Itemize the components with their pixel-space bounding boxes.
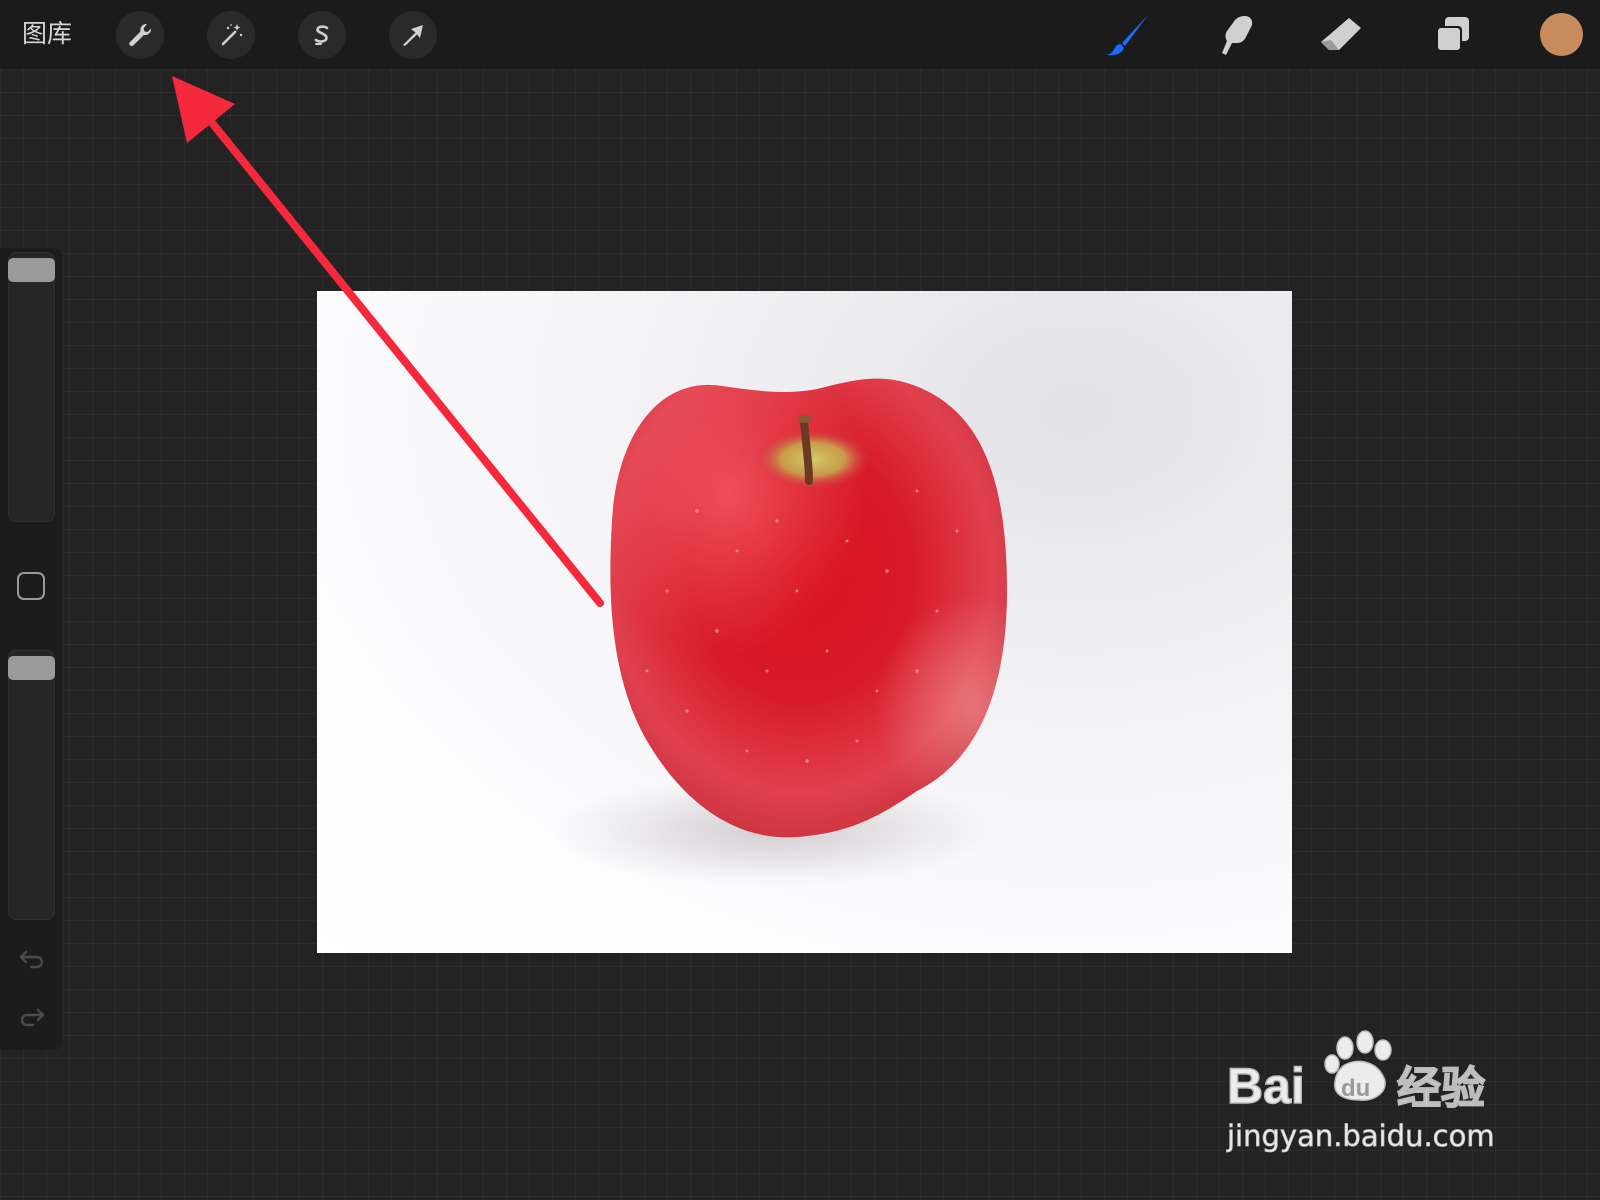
watermark-brand: Bai xyxy=(1227,1058,1305,1114)
smudge-tool-button[interactable] xyxy=(1208,10,1260,60)
layers-icon xyxy=(1436,17,1469,52)
brush-size-slider[interactable] xyxy=(8,252,55,522)
undo-button[interactable] xyxy=(17,944,47,974)
adjustments-button[interactable] xyxy=(207,11,255,59)
brush-tool-button[interactable] xyxy=(1102,10,1154,60)
watermark-brand-suffix: 经验 xyxy=(1397,1063,1485,1114)
brush-icon xyxy=(1107,15,1148,56)
actions-button[interactable] xyxy=(116,11,164,59)
selection-button[interactable] xyxy=(298,11,346,59)
modify-button[interactable] xyxy=(17,572,45,600)
color-picker-swatch[interactable] xyxy=(1540,13,1583,56)
watermark-url: jingyan.baidu.com xyxy=(1226,1119,1495,1153)
eraser-tool-button[interactable] xyxy=(1315,10,1367,60)
redo-button[interactable] xyxy=(17,1004,47,1034)
top-toolbar: 图库 xyxy=(0,0,1600,69)
left-sidebar xyxy=(0,248,62,1050)
redo-arrow-icon xyxy=(20,1008,45,1027)
wrench-icon xyxy=(129,23,152,47)
drawing-canvas[interactable] xyxy=(317,291,1292,953)
brush-size-thumb[interactable] xyxy=(8,258,55,282)
undo-arrow-icon xyxy=(19,950,44,969)
opacity-slider[interactable] xyxy=(8,650,55,920)
eraser-icon xyxy=(1321,18,1361,50)
opacity-thumb[interactable] xyxy=(8,656,55,680)
smudge-finger-icon xyxy=(1222,16,1253,55)
magic-wand-icon xyxy=(221,24,243,46)
baidu-jingyan-watermark: Bai du 经验 jingyan.baidu.com xyxy=(1225,1028,1555,1163)
selection-s-icon xyxy=(314,25,329,45)
watermark-brand-du: du xyxy=(1341,1075,1370,1102)
arrow-cursor-icon xyxy=(403,25,423,46)
layers-button[interactable] xyxy=(1426,10,1478,60)
baidu-logo-icon: Bai du 经验 jingyan.baidu.com xyxy=(1226,1030,1495,1153)
gallery-button[interactable]: 图库 xyxy=(22,14,72,54)
transform-button[interactable] xyxy=(389,11,437,59)
apple-photo xyxy=(552,378,1007,886)
